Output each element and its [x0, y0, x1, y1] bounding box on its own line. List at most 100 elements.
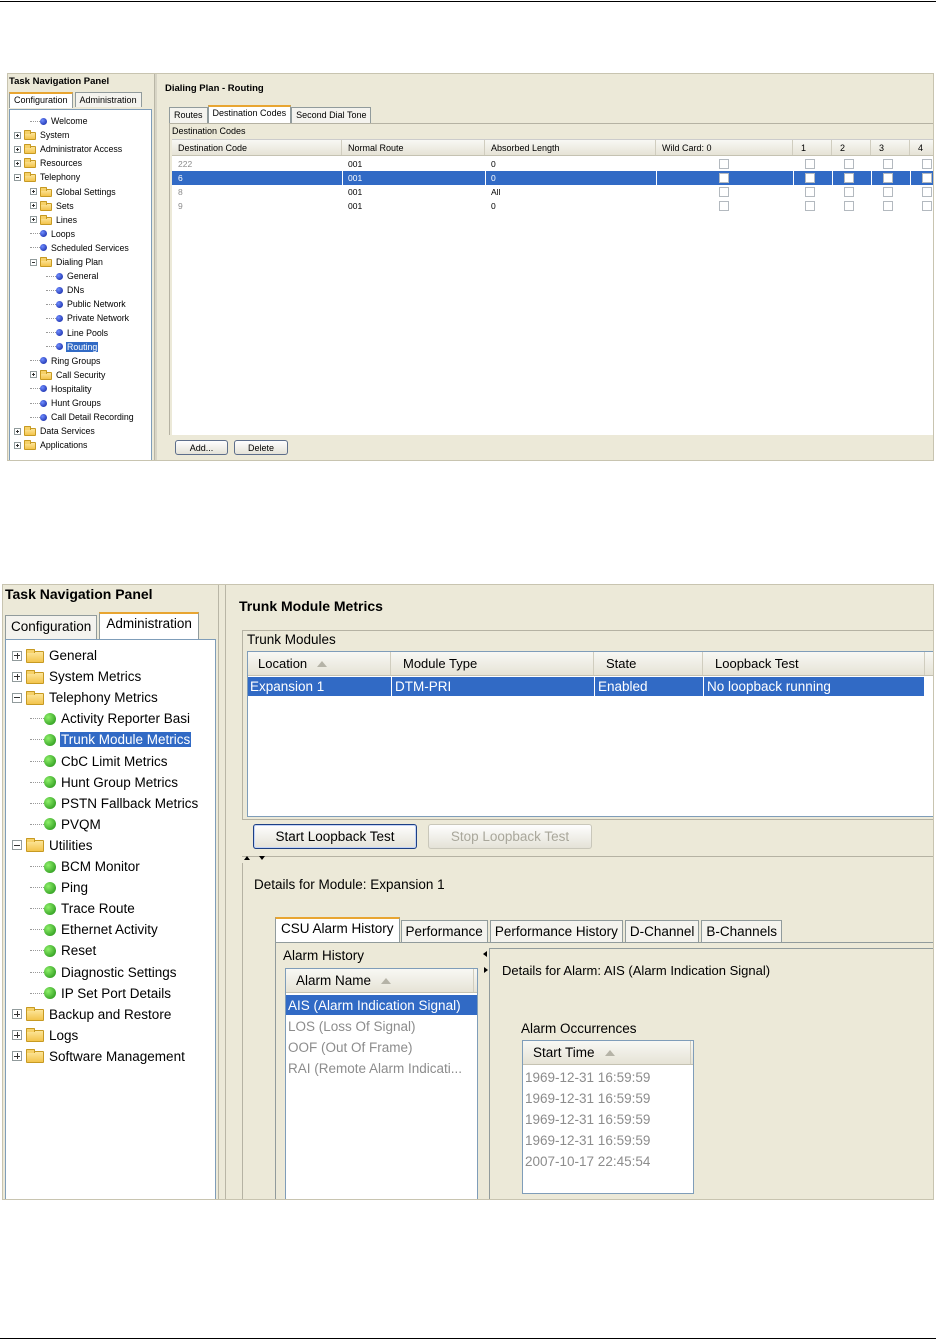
tree-item-ip-set-port-details[interactable]: IP Set Port Details — [30, 983, 172, 1004]
tab-csu-alarm-history[interactable]: CSU Alarm History — [275, 917, 400, 943]
tree-item-administrator-access[interactable]: Administrator Access — [14, 142, 123, 156]
tab-administration[interactable]: Administration — [99, 612, 199, 639]
wildcard-checkbox[interactable] — [844, 159, 854, 169]
tree-item-public-network[interactable]: Public Network — [46, 297, 127, 311]
tree-item-reset[interactable]: Reset — [30, 940, 97, 961]
tree-item-applications[interactable]: Applications — [14, 438, 88, 452]
tree-item-call-security[interactable]: Call Security — [30, 368, 106, 382]
tree-item-line-pools[interactable]: Line Pools — [46, 326, 109, 340]
col-absorbed-length[interactable]: Absorbed Length — [485, 140, 656, 155]
tree-item-welcome[interactable]: Welcome — [30, 114, 89, 128]
tree-item-sets[interactable]: Sets — [30, 199, 75, 213]
occurrence-row[interactable]: 1969-12-31 16:59:59 — [523, 1109, 693, 1129]
alarm-list-item[interactable]: AIS (Alarm Indication Signal) — [286, 995, 477, 1015]
nav-tree[interactable]: General System Metrics Telephony Metrics Ac… — [5, 639, 216, 1199]
tab-configuration[interactable]: Configuration — [5, 615, 98, 639]
wildcard-checkbox[interactable] — [844, 187, 854, 197]
tree-item-utilities[interactable]: Utilities — [12, 835, 94, 856]
stop-loopback-test-button[interactable]: Stop Loopback Test — [428, 824, 592, 849]
expand-icon[interactable] — [30, 371, 37, 379]
splitter[interactable] — [154, 74, 157, 460]
tree-item-dns[interactable]: DNs — [46, 283, 85, 297]
wildcard-checkbox[interactable] — [805, 201, 815, 211]
col-4[interactable]: 4 — [910, 140, 933, 155]
start-loopback-test-button[interactable]: Start Loopback Test — [253, 824, 417, 849]
tree-item-global-settings[interactable]: Global Settings — [30, 185, 117, 199]
collapse-right-icon[interactable] — [484, 967, 488, 973]
tab-destination-codes[interactable]: Destination Codes — [207, 105, 292, 123]
table-row[interactable]: Expansion 1 DTM-PRI Enabled No loopback run… — [248, 677, 924, 696]
tab-second-dial-tone[interactable]: Second Dial Tone — [291, 107, 372, 123]
expand-icon[interactable] — [12, 671, 22, 682]
wildcard-checkbox[interactable] — [883, 201, 893, 211]
tree-item-loops[interactable]: Loops — [30, 227, 76, 241]
occurrence-row[interactable]: 2007-10-17 22:45:54 — [523, 1151, 693, 1171]
tree-item-dialing-plan[interactable]: Dialing Plan — [30, 255, 104, 269]
nav-tree[interactable]: Welcome System Administrator Access Resourc… — [9, 109, 152, 460]
delete-button[interactable]: Delete — [234, 440, 288, 455]
add-button[interactable]: Add... — [175, 440, 228, 455]
col-alarm-name[interactable]: Alarm Name — [286, 969, 474, 992]
tree-item-backup-and-restore[interactable]: Backup and Restore — [12, 1004, 172, 1025]
expand-icon[interactable] — [14, 427, 21, 435]
expand-icon[interactable] — [12, 1030, 22, 1041]
collapse-icon[interactable] — [14, 173, 21, 181]
tree-item-call-detail-recording[interactable]: Call Detail Recording — [30, 410, 135, 424]
tree-item-logs[interactable]: Logs — [12, 1025, 79, 1046]
wildcard-checkbox[interactable] — [719, 159, 729, 169]
collapse-icon[interactable] — [12, 840, 22, 851]
wildcard-checkbox[interactable] — [922, 159, 932, 169]
tree-item-hunt-groups[interactable]: Hunt Groups — [30, 396, 102, 410]
collapse-icon[interactable] — [30, 258, 37, 266]
occurrence-row[interactable]: 1969-12-31 16:59:59 — [523, 1067, 693, 1087]
tab-b-channels[interactable]: B-Channels — [701, 920, 782, 943]
tree-item-private-network[interactable]: Private Network — [46, 311, 130, 325]
col-loopback-test[interactable]: Loopback Test — [703, 652, 925, 675]
tree-item-cbc-limit-metrics[interactable]: CbC Limit Metrics — [30, 751, 169, 772]
alarm-list-item[interactable]: OOF (Out Of Frame) — [286, 1037, 477, 1057]
wildcard-checkbox[interactable] — [883, 159, 893, 169]
tab-d-channel[interactable]: D-Channel — [624, 920, 700, 943]
alarm-list-item[interactable]: RAI (Remote Alarm Indicati... — [286, 1058, 477, 1078]
expand-icon[interactable] — [12, 650, 22, 661]
tree-item-general[interactable]: General — [46, 269, 99, 283]
collapse-icon[interactable] — [12, 692, 22, 703]
col-1[interactable]: 1 — [793, 140, 832, 155]
panel-divider[interactable] — [481, 948, 489, 1199]
table-row[interactable]: 6 001 0 — [172, 171, 933, 185]
tree-item-telephony[interactable]: Telephony — [14, 170, 81, 184]
tree-item-resources[interactable]: Resources — [14, 156, 83, 170]
col-2[interactable]: 2 — [832, 140, 871, 155]
tab-administration[interactable]: Administration — [74, 92, 142, 107]
tree-item-software-management[interactable]: Software Management — [12, 1046, 186, 1067]
tree-item-pvqm[interactable]: PVQM — [30, 814, 102, 835]
collapse-left-icon[interactable] — [483, 951, 487, 957]
wildcard-checkbox[interactable] — [883, 187, 893, 197]
tab-configuration[interactable]: Configuration — [9, 92, 73, 108]
wildcard-checkbox[interactable] — [922, 187, 932, 197]
tree-item-general[interactable]: General — [12, 645, 98, 666]
tree-item-lines[interactable]: Lines — [30, 213, 78, 227]
collapse-down-icon[interactable] — [259, 856, 265, 860]
tab-performance-history[interactable]: Performance History — [489, 920, 623, 943]
tree-item-pstn-fallback-metrics[interactable]: PSTN Fallback Metrics — [30, 793, 199, 814]
col-state[interactable]: State — [594, 652, 703, 675]
wildcard-checkbox[interactable] — [805, 159, 815, 169]
destination-codes-table[interactable]: Destination Code Normal Route Absorbed L… — [172, 139, 933, 435]
tree-item-system[interactable]: System — [14, 128, 70, 142]
alarm-list-item[interactable]: LOS (Loss Of Signal) — [286, 1016, 477, 1036]
tree-item-hospitality[interactable]: Hospitality — [30, 382, 93, 396]
expand-icon[interactable] — [30, 216, 37, 224]
tree-item-hunt-group-metrics[interactable]: Hunt Group Metrics — [30, 772, 179, 793]
wildcard-checkbox[interactable] — [719, 173, 729, 183]
tree-item-scheduled-services[interactable]: Scheduled Services — [30, 241, 130, 255]
col-3[interactable]: 3 — [871, 140, 910, 155]
occurrence-row[interactable]: 1969-12-31 16:59:59 — [523, 1130, 693, 1150]
wildcard-checkbox[interactable] — [805, 187, 815, 197]
wildcard-checkbox[interactable] — [844, 173, 854, 183]
tree-item-activity-reporter-basi[interactable]: Activity Reporter Basi — [30, 708, 191, 729]
tree-item-routing[interactable]: Routing — [46, 340, 99, 354]
alarm-history-list[interactable]: Alarm Name AIS (Alarm Indication Signal)… — [285, 968, 478, 1199]
table-row[interactable]: 9 001 0 — [172, 199, 933, 213]
expand-icon[interactable] — [12, 1009, 22, 1020]
